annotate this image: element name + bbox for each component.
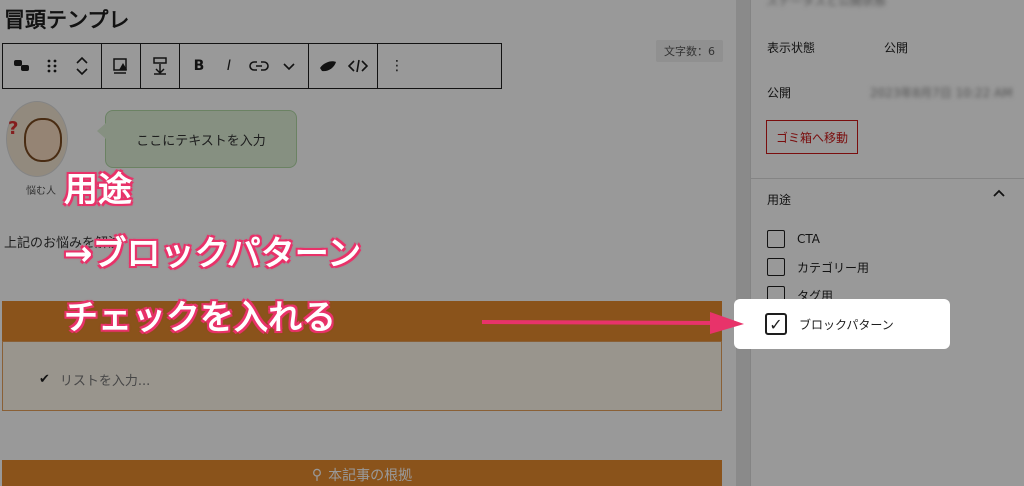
annotation-line-3: チェックを入れる <box>64 298 336 338</box>
checkbox-label-block-pattern: ブロックパターン <box>799 317 894 332</box>
annotation-line-2: →ブロックパターン <box>64 234 362 274</box>
checkbox-block-pattern[interactable]: ✓ <box>765 313 787 335</box>
annotation-line-1: 用途 <box>64 170 132 210</box>
annotation-arrow-icon <box>481 312 744 334</box>
checkbox-row-block-pattern[interactable]: ✓ ブロックパターン <box>765 313 894 335</box>
dim-overlay-sidebar <box>750 0 1024 486</box>
